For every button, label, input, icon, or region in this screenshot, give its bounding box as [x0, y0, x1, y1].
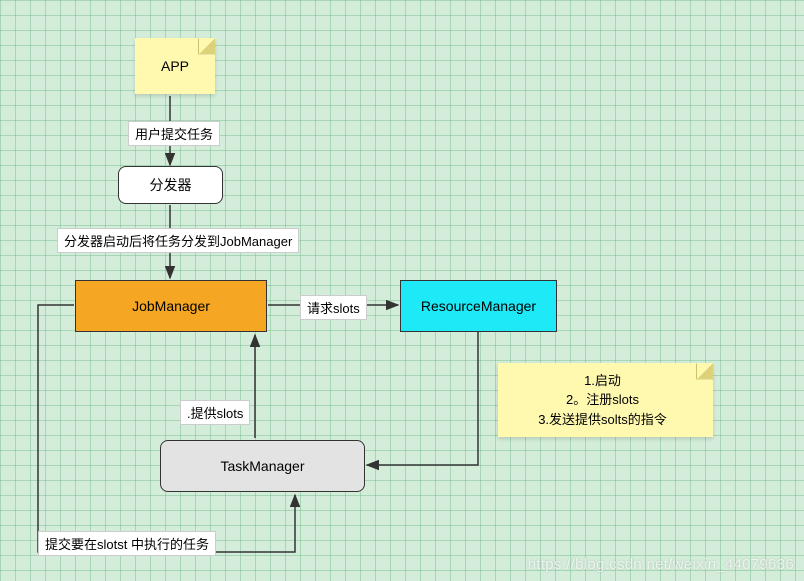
label-request-slots: 请求slots [300, 295, 367, 320]
node-dispatcher: 分发器 [118, 166, 223, 204]
label-submit-slot-task: 提交要在slotst 中执行的任务 [38, 531, 216, 556]
node-resource-manager-label: ResourceManager [421, 298, 536, 314]
node-resource-manager: ResourceManager [400, 280, 557, 332]
node-job-manager: JobManager [75, 280, 267, 332]
node-dispatcher-label: 分发器 [150, 175, 192, 195]
note-sticky: 1.启动 2。注册slots 3.发送提供solts的指令 [498, 363, 713, 437]
node-task-manager-label: TaskManager [220, 458, 304, 474]
note-line-2: 2。注册slots [508, 390, 697, 410]
node-app-label: APP [161, 58, 189, 74]
watermark: https://blog.csdn.net/weixin_44079636 [528, 556, 794, 573]
note-text: 1.启动 2。注册slots 3.发送提供solts的指令 [498, 363, 713, 438]
label-provide-slots: .提供slots [180, 400, 250, 425]
node-app: APP [135, 38, 215, 94]
note-line-1: 1.启动 [508, 371, 697, 391]
node-task-manager: TaskManager [160, 440, 365, 492]
label-dispatcher-start: 分发器启动后将任务分发到JobManager [57, 228, 299, 253]
note-line-3: 3.发送提供solts的指令 [508, 410, 697, 430]
label-user-submit: 用户提交任务 [128, 121, 220, 146]
node-job-manager-label: JobManager [132, 298, 210, 314]
